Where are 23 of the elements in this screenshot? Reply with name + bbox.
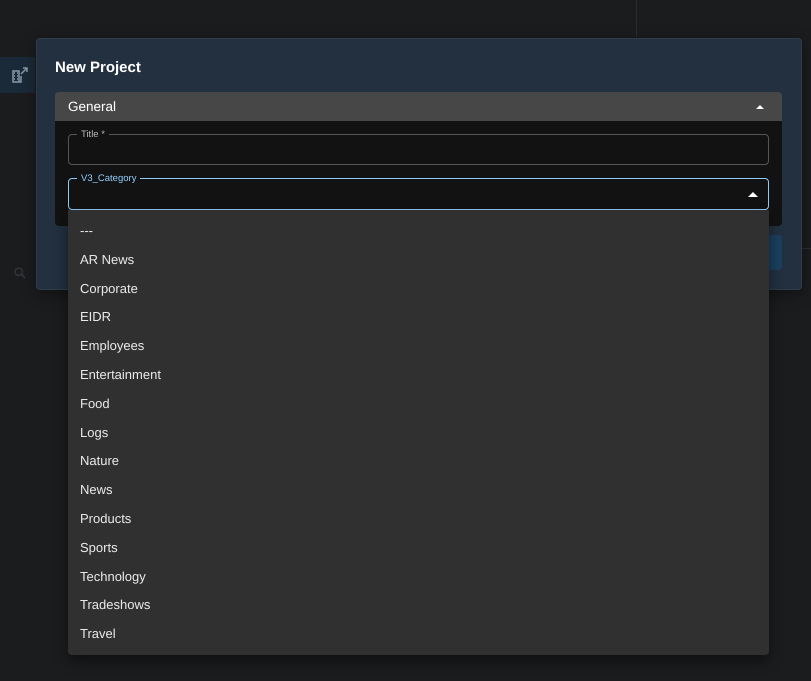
menu-option[interactable]: --- bbox=[68, 217, 769, 246]
menu-option[interactable]: AR News bbox=[68, 246, 769, 275]
menu-option[interactable]: Travel bbox=[68, 620, 769, 649]
menu-option[interactable]: Technology bbox=[68, 562, 769, 592]
menu-option[interactable]: Products bbox=[68, 504, 769, 534]
menu-option[interactable]: Corporate bbox=[68, 274, 769, 304]
menu-option[interactable]: Entertainment bbox=[68, 360, 769, 390]
accordion-title: General bbox=[68, 99, 116, 114]
export-icon[interactable] bbox=[12, 67, 28, 83]
menu-option[interactable]: Logs bbox=[68, 418, 769, 448]
menu-option[interactable]: Employees bbox=[68, 332, 769, 361]
menu-option[interactable]: Sports bbox=[68, 534, 769, 563]
menu-option[interactable]: News bbox=[68, 476, 769, 505]
menu-option[interactable]: Tradeshows bbox=[68, 591, 769, 620]
title-label: Title * bbox=[77, 129, 109, 140]
dialog-title: New Project bbox=[55, 58, 142, 78]
menu-option[interactable]: Nature bbox=[68, 447, 769, 476]
caret-icon bbox=[756, 104, 764, 108]
category-label: V3_Category bbox=[77, 173, 140, 184]
caret-icon bbox=[748, 192, 758, 196]
menu-option[interactable]: EIDR bbox=[68, 303, 769, 332]
menu-option[interactable]: Food bbox=[68, 390, 769, 419]
accordion-header[interactable]: General bbox=[55, 92, 782, 121]
